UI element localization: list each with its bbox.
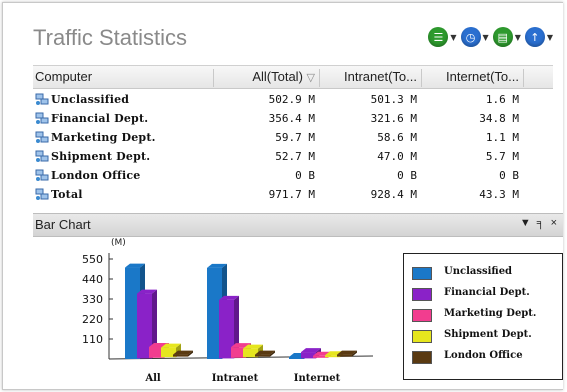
computer-group-icon [35, 150, 49, 162]
upload-button[interactable]: ↑ ▼ [524, 27, 553, 47]
upload-icon: ↑ [524, 27, 545, 47]
legend-label: London Office [444, 350, 523, 361]
computer-name: Marketing Dept. [51, 131, 156, 144]
title-bar: Traffic Statistics ☰ ▼ ◷ ▼ ▤ ▼ ↑ ▼ [3, 3, 563, 55]
column-header-computer[interactable]: Computer [35, 69, 214, 87]
panel-controls[interactable]: ▼╕× [520, 217, 563, 229]
chevron-down-icon[interactable]: ▼ [515, 33, 521, 42]
cell-all: 971.7 M [268, 188, 315, 201]
chevron-down-icon[interactable]: ▼ [483, 33, 489, 42]
chart-legend: Unclassified Financial Dept. Marketing Dep… [403, 253, 563, 380]
computer-name: London Office [51, 169, 141, 182]
computer-name: Shipment Dept. [51, 150, 151, 163]
export-icon: ▤ [492, 27, 513, 47]
y-axis-unit-label: (M) [111, 238, 126, 248]
cell-all: 59.7 M [275, 131, 315, 144]
computer-name: Total [51, 188, 83, 201]
column-header-internet[interactable]: Internet(To... [423, 69, 524, 87]
cell-intranet: 321.6 M [370, 112, 417, 125]
legend-swatch [412, 288, 432, 301]
cell-intranet: 501.3 M [370, 93, 417, 106]
cell-intranet: 58.6 M [377, 131, 417, 144]
table-header: Computer All(Total) ▽ Intranet(To... Int… [33, 65, 553, 89]
toolbar: ☰ ▼ ◷ ▼ ▤ ▼ ↑ ▼ [428, 27, 553, 47]
computer-group-icon [35, 93, 49, 105]
table-row[interactable]: Marketing Dept. 59.7 M 58.6 M 1.1 M [33, 129, 553, 148]
list-button[interactable]: ☰ ▼ [428, 27, 457, 47]
panel-title: Bar Chart [35, 217, 91, 232]
pin-icon[interactable]: ╕ [537, 217, 551, 229]
y-tick-label: 110 [82, 333, 103, 346]
cell-internet: 34.8 M [479, 112, 519, 125]
table-row[interactable]: London Office 0 B 0 B 0 B [33, 167, 553, 186]
legend-label: Financial Dept. [444, 287, 530, 298]
sort-icon: ▽ [306, 72, 315, 84]
y-tick-label: 330 [82, 293, 103, 306]
column-header-all-total[interactable]: All(Total) ▽ [215, 69, 320, 87]
chevron-down-icon[interactable]: ▼ [547, 33, 553, 42]
bar-chart-panel-header: Bar Chart ▼╕× [33, 213, 563, 237]
cell-internet: 5.7 M [485, 150, 519, 163]
cell-all: 502.9 M [268, 93, 315, 106]
cell-internet: 1.6 M [485, 93, 519, 106]
clock-button[interactable]: ◷ ▼ [460, 27, 489, 47]
legend-label: Shipment Dept. [444, 329, 532, 340]
bar-chart: (M) 110 220 330 440 550 All Intranet Internet [82, 238, 374, 384]
computer-name: Unclassified [51, 93, 130, 106]
list-icon: ☰ [428, 27, 449, 47]
y-tick-label: 440 [82, 273, 103, 286]
close-icon[interactable]: × [551, 217, 563, 229]
bar-london-office-all[interactable] [173, 354, 188, 357]
cell-all: 356.4 M [268, 112, 315, 125]
x-tick-label: All [144, 373, 161, 384]
bar-london-office-internet[interactable] [337, 354, 352, 357]
bar-london-office-intranet[interactable] [255, 354, 270, 357]
legend-swatch [412, 267, 432, 280]
cell-intranet: 0 B [397, 169, 417, 182]
legend-swatch [412, 309, 432, 322]
table-row[interactable]: Unclassified 502.9 M 501.3 M 1.6 M [33, 91, 553, 110]
cell-internet: 0 B [499, 169, 519, 182]
legend-swatch [412, 351, 432, 364]
traffic-statistics-window: Traffic Statistics ☰ ▼ ◷ ▼ ▤ ▼ ↑ ▼ Computer … [2, 2, 563, 390]
cell-intranet: 47.0 M [377, 150, 417, 163]
cell-internet: 43.3 M [479, 188, 519, 201]
export-button[interactable]: ▤ ▼ [492, 27, 521, 47]
computer-name: Financial Dept. [51, 112, 149, 125]
x-tick-label: Internet [294, 373, 341, 384]
computer-group-icon [35, 169, 49, 181]
clock-icon: ◷ [460, 27, 481, 47]
window-title: Traffic Statistics [33, 25, 188, 50]
cell-intranet: 928.4 M [370, 188, 417, 201]
column-header-intranet[interactable]: Intranet(To... [321, 69, 422, 87]
table-row[interactable]: Financial Dept. 356.4 M 321.6 M 34.8 M [33, 110, 553, 129]
chevron-down-icon[interactable]: ▼ [450, 33, 456, 42]
x-tick-label: Intranet [212, 373, 259, 384]
computer-group-icon [35, 112, 49, 124]
legend-label: Unclassified [444, 266, 513, 277]
y-tick-label: 550 [82, 253, 103, 266]
cell-all: 0 B [295, 169, 315, 182]
cell-internet: 1.1 M [485, 131, 519, 144]
cell-all: 52.7 M [275, 150, 315, 163]
computer-group-icon [35, 131, 49, 143]
legend-swatch [412, 330, 432, 343]
table-row[interactable]: Shipment Dept. 52.7 M 47.0 M 5.7 M [33, 148, 553, 167]
y-tick-label: 220 [82, 313, 103, 326]
table-row[interactable]: Total 971.7 M 928.4 M 43.3 M [33, 186, 553, 205]
panel-menu-icon[interactable]: ▼ [520, 217, 537, 229]
legend-label: Marketing Dept. [444, 308, 537, 319]
computer-group-icon [35, 188, 49, 200]
